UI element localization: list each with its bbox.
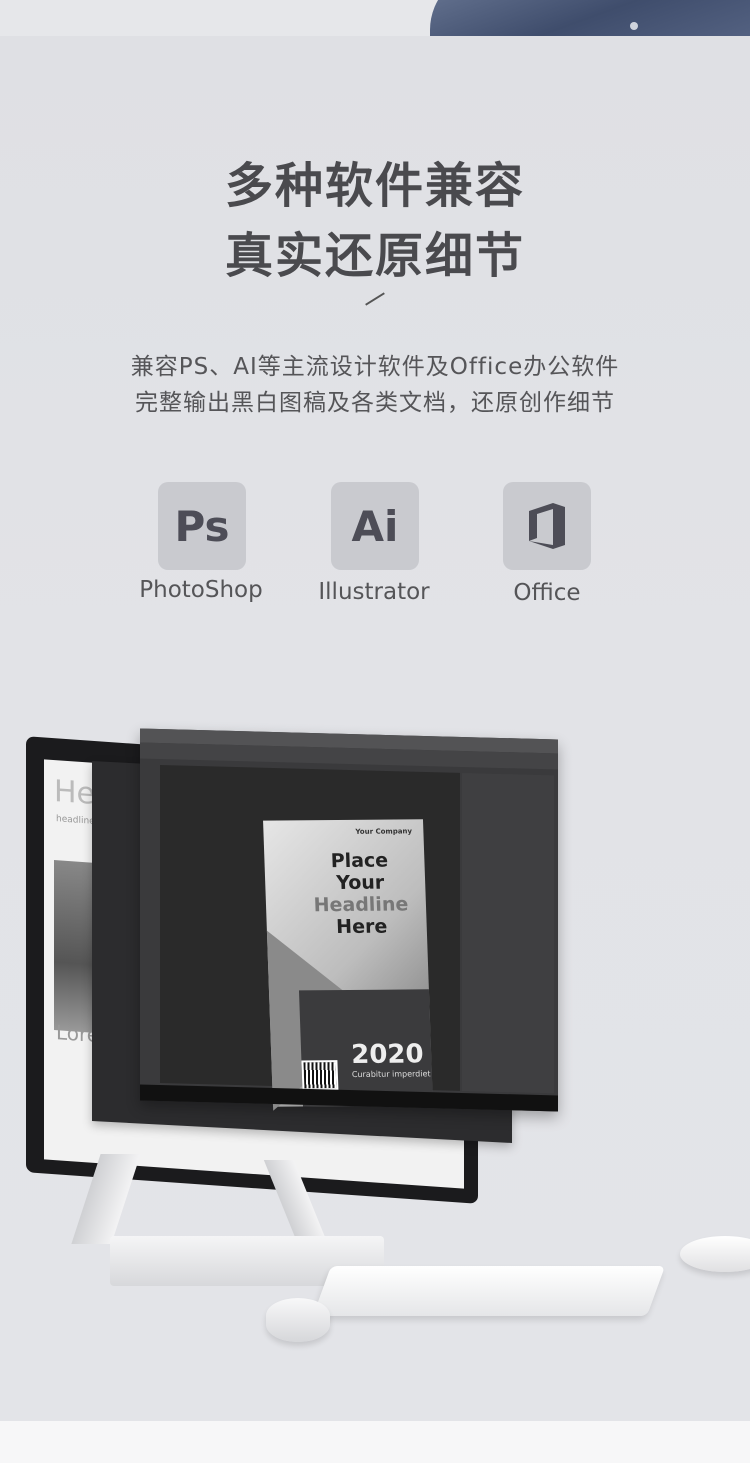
- monitor-scene: Hea headline.in Lore Your Company Place …: [0, 676, 750, 1421]
- photoshop-window: Your Company Place Your Headline Here 20…: [140, 728, 558, 1112]
- software-icons: Ps PhotoShop Ai Illustrator Office: [0, 482, 750, 622]
- bottom-band: [0, 1421, 750, 1463]
- mouse: [680, 1236, 750, 1272]
- poster-caption: Curabitur imperdiet: [351, 1069, 431, 1080]
- product-detail-page: 多种软件兼容 真实还原细节 兼容PS、AI等主流设计软件及Office办公软件 …: [0, 0, 750, 1463]
- description-line-1: 兼容PS、AI等主流设计软件及Office办公软件: [130, 354, 620, 380]
- headline-line-1: 多种软件兼容: [224, 158, 525, 214]
- poster-title-line-2: Headline: [313, 893, 409, 917]
- illustrator-icon-text: Ai: [351, 501, 399, 551]
- photoshop-icon: Ps: [158, 482, 246, 570]
- surface-dial: [266, 1298, 330, 1342]
- office-label: Office: [513, 580, 581, 606]
- keyboard: [312, 1266, 666, 1316]
- illustrator-label: Illustrator: [318, 579, 430, 605]
- poster-barcode: [301, 1060, 339, 1091]
- description-line-2: 完整输出黑白图稿及各类文档，还原创作细节: [135, 390, 615, 416]
- poster-artwork: Your Company Place Your Headline Here 20…: [263, 819, 433, 1111]
- poster-year: 2020: [350, 1039, 425, 1071]
- office-logo-icon: [529, 503, 565, 549]
- poster-title-line-1: Place Your: [330, 849, 389, 895]
- poster-title-line-3: Here: [335, 915, 388, 939]
- poster-company: Your Company: [355, 827, 413, 836]
- photoshop-label: PhotoShop: [139, 577, 263, 603]
- divider-slash: [365, 292, 385, 306]
- illustrator-icon: Ai: [331, 482, 419, 570]
- photoshop-icon-text: Ps: [174, 501, 230, 551]
- headline-line-2: 真实还原细节: [224, 228, 525, 284]
- top-image-strip: [0, 0, 750, 36]
- photoshop-canvas: Your Company Place Your Headline Here 20…: [160, 765, 460, 1111]
- decorative-dot: [630, 22, 638, 30]
- fabric-photo: [430, 0, 750, 36]
- office-icon: [503, 482, 591, 570]
- poster-title: Place Your Headline Here: [304, 849, 417, 939]
- feature-panel: 多种软件兼容 真实还原细节 兼容PS、AI等主流设计软件及Office办公软件 …: [0, 36, 750, 1421]
- photoshop-layers-panel: [462, 772, 554, 1094]
